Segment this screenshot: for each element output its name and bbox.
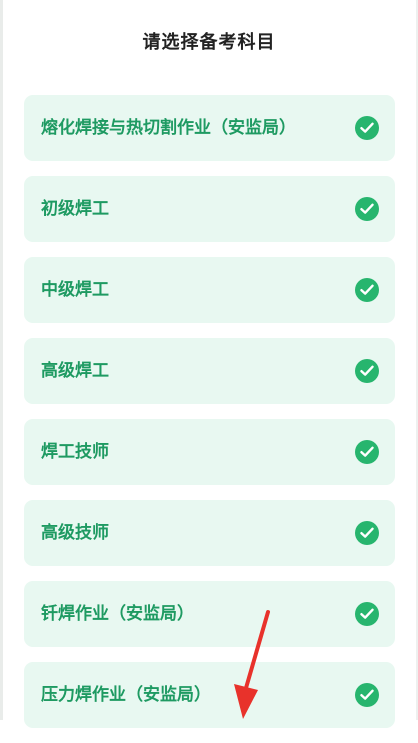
check-circle-icon: [355, 359, 379, 383]
check-circle-icon: [355, 440, 379, 464]
page-title: 请选择备考科目: [142, 32, 276, 53]
left-edge: [0, 0, 3, 720]
subject-label: 焊工技师: [41, 442, 109, 462]
check-circle-icon: [355, 683, 379, 707]
subject-list: 熔化焊接与热切割作业（安监局） 初级焊工 中级焊工 高级焊工 焊工技师 高级技师…: [24, 95, 395, 743]
check-circle-icon: [355, 278, 379, 302]
subject-item[interactable]: 熔化焊接与热切割作业（安监局）: [24, 95, 395, 161]
subject-item[interactable]: 焊工技师: [24, 419, 395, 485]
subject-label: 压力焊作业（安监局）: [41, 685, 211, 705]
check-circle-icon: [355, 602, 379, 626]
subject-label: 初级焊工: [41, 199, 109, 219]
subject-label: 熔化焊接与热切割作业（安监局）: [41, 118, 296, 138]
subject-selection-screen: 请选择备考科目 熔化焊接与热切割作业（安监局） 初级焊工 中级焊工 高级焊工 焊…: [0, 0, 418, 728]
subject-label: 高级焊工: [41, 361, 109, 381]
check-circle-icon: [355, 116, 379, 140]
subject-item[interactable]: 压力焊作业（安监局）: [24, 662, 395, 728]
subject-label: 钎焊作业（安监局）: [41, 604, 194, 624]
subject-item[interactable]: 高级技师: [24, 500, 395, 566]
check-circle-icon: [355, 197, 379, 221]
subject-item[interactable]: 钎焊作业（安监局）: [24, 581, 395, 647]
check-circle-icon: [355, 521, 379, 545]
subject-item[interactable]: 初级焊工: [24, 176, 395, 242]
subject-label: 高级技师: [41, 523, 109, 543]
subject-item[interactable]: 中级焊工: [24, 257, 395, 323]
subject-label: 中级焊工: [41, 280, 109, 300]
subject-item[interactable]: 高级焊工: [24, 338, 395, 404]
